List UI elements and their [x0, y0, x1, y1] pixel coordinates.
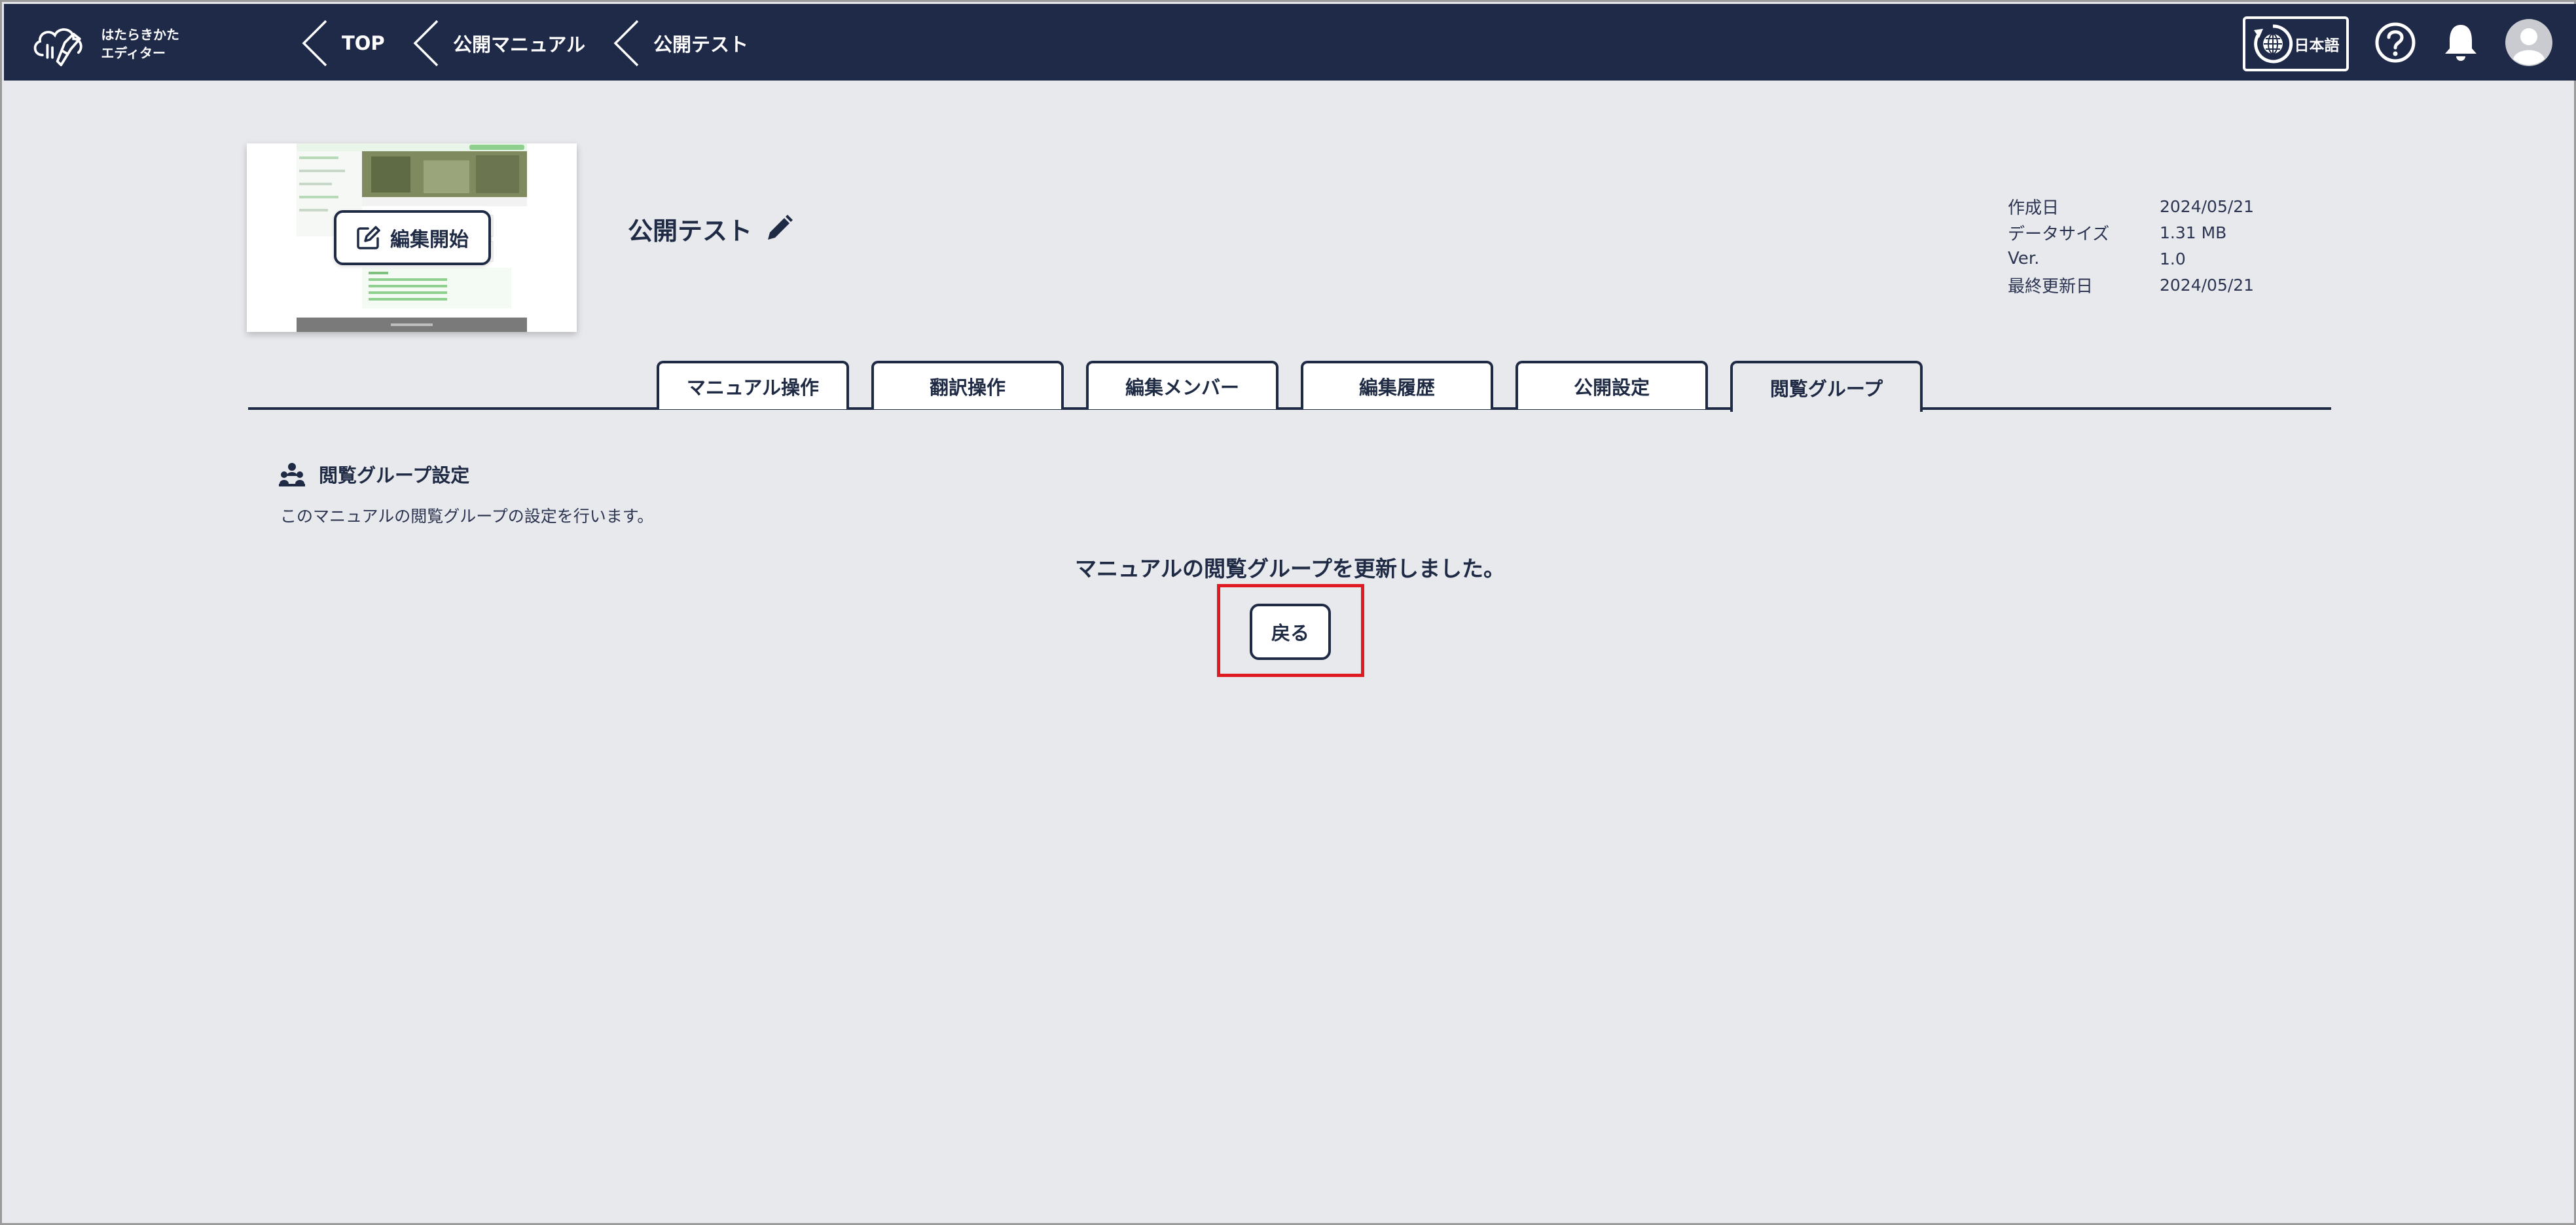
- globe-refresh-icon: [2253, 24, 2293, 64]
- meta-value: 2024/05/21: [2160, 275, 2255, 295]
- logo-line-1: はたらきかた: [101, 27, 179, 43]
- manual-title: 公開テスト: [628, 210, 794, 247]
- section-description: このマニュアルの閲覧グループの設定を行います。: [280, 507, 654, 526]
- bell-icon[interactable]: [2439, 21, 2482, 64]
- tab-edit-history[interactable]: 編集履歴: [1301, 361, 1493, 409]
- edit-start-label: 編集開始: [390, 229, 469, 251]
- meta-key: 最終更新日: [2008, 276, 2094, 297]
- help-circle-icon[interactable]: [2374, 21, 2417, 64]
- breadcrumb-label: 公開マニュアル: [453, 33, 586, 56]
- meta-value: 1.31 MB: [2160, 223, 2227, 242]
- breadcrumb-current-manual[interactable]: 公開テスト: [611, 18, 748, 68]
- meta-version: Ver. 1.0: [2008, 246, 2296, 272]
- meta-data-size: データサイズ 1.31 MB: [2008, 219, 2296, 246]
- meta-last-updated: 最終更新日 2024/05/21: [2008, 272, 2296, 298]
- chevron-left-icon: [413, 20, 439, 67]
- app-window: はたらきかた エディター TOP 公開マニュアル 公開テスト 日本語 編集開始 …: [0, 0, 2576, 1225]
- pencil-icon[interactable]: [764, 213, 794, 244]
- section-title-text: 閲覧グループ設定: [319, 464, 470, 486]
- user-avatar-icon[interactable]: [2505, 18, 2553, 67]
- section-title: 閲覧グループ設定: [278, 458, 469, 490]
- tab-publish-settings[interactable]: 公開設定: [1515, 361, 1708, 409]
- edit-start-button[interactable]: 編集開始: [334, 210, 491, 265]
- manual-meta: 作成日 2024/05/21 データサイズ 1.31 MB Ver. 1.0 最…: [2008, 193, 2296, 298]
- language-switch-button[interactable]: 日本語: [2243, 16, 2349, 71]
- tab-underline: [248, 407, 2331, 410]
- cloud-pencil-logo-icon: [33, 28, 82, 67]
- tab-viewing-groups[interactable]: 閲覧グループ: [1730, 361, 1923, 412]
- manual-title-text: 公開テスト: [628, 216, 753, 246]
- breadcrumb-public-manuals[interactable]: 公開マニュアル: [411, 18, 585, 68]
- top-header: はたらきかた エディター TOP 公開マニュアル 公開テスト 日本語: [4, 4, 2576, 81]
- breadcrumb-label: TOP: [342, 32, 385, 54]
- group-icon: [279, 463, 305, 486]
- update-result-message: マニュアルの閲覧グループを更新しました。: [1074, 556, 1506, 581]
- logo-line-2: エディター: [101, 45, 166, 61]
- meta-created: 作成日 2024/05/21: [2008, 193, 2296, 219]
- tab-translation-operations[interactable]: 翻訳操作: [871, 361, 1064, 409]
- edit-square-icon: [357, 226, 380, 249]
- meta-key: Ver.: [2008, 249, 2040, 268]
- meta-key: 作成日: [2008, 198, 2059, 218]
- meta-key: データサイズ: [2008, 224, 2110, 244]
- logo-text: はたらきかた エディター: [101, 26, 179, 62]
- tab-manual-operations[interactable]: マニュアル操作: [657, 361, 849, 409]
- back-button[interactable]: 戻る: [1250, 604, 1331, 660]
- tab-edit-members[interactable]: 編集メンバー: [1086, 361, 1279, 409]
- meta-value: 2024/05/21: [2160, 196, 2255, 216]
- chevron-left-icon: [613, 20, 639, 67]
- chevron-left-icon: [302, 20, 327, 67]
- app-logo[interactable]: はたらきかた エディター: [29, 21, 179, 67]
- language-label: 日本語: [2294, 37, 2340, 54]
- meta-value: 1.0: [2160, 249, 2186, 268]
- breadcrumb-top[interactable]: TOP: [300, 18, 385, 68]
- breadcrumb-label: 公開テスト: [653, 33, 749, 56]
